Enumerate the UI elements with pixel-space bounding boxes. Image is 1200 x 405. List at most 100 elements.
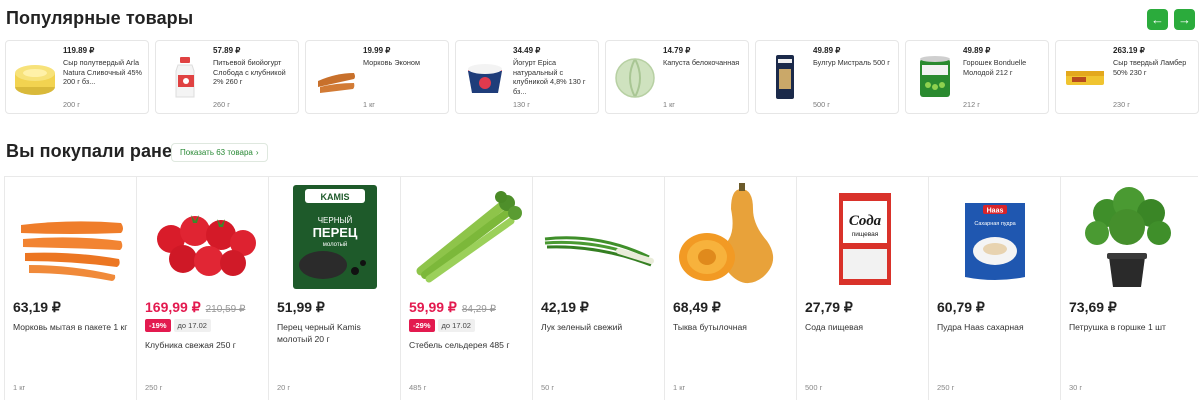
product-name: Сыр твердый Ламбер 50% 230 г	[1113, 58, 1187, 77]
strawberries-icon	[157, 215, 256, 276]
promo-badges: -19% до 17.02	[145, 319, 211, 332]
popular-product-card[interactable]: 119.89 ₽ Сыр полутвердый Arla Natura Сли…	[5, 40, 149, 114]
bulgur-pack-icon	[776, 55, 794, 99]
previous-section-title: Вы покупали ранее	[6, 141, 183, 161]
product-card[interactable]: 59,99 ₽ 84,29 ₽ -29% до 17.02 Стебель сел…	[400, 177, 532, 400]
product-card[interactable]: KAMIS ЧЕРНЫЙ ПЕРЕЦ молотый 51,99 ₽ Перец…	[268, 177, 400, 400]
product-price: 119.89 ₽	[63, 46, 95, 55]
carousel-prev-button[interactable]: ←	[1147, 9, 1168, 30]
old-price: 84,29 ₽	[461, 304, 497, 315]
product-price: 73,69 ₽	[1069, 299, 1117, 315]
product-name: Пудра Haas сахарная	[937, 322, 1024, 332]
product-card[interactable]: Haas Сахарная пудра 60,79 ₽ Пудра Haas с…	[928, 177, 1060, 400]
product-weight: 250 г	[145, 383, 163, 392]
product-price: 60,79 ₽	[937, 299, 985, 315]
product-weight: 212 г	[963, 100, 980, 109]
product-price: 169,99 ₽ 210,59 ₽	[145, 299, 245, 316]
yogurt-cup-icon	[468, 64, 502, 93]
product-price: 59,99 ₽ 84,29 ₽	[409, 299, 496, 316]
arrow-right-icon: →	[1178, 12, 1191, 27]
product-card[interactable]: 68,49 ₽ Тыква бутылочная 1 кг	[664, 177, 796, 400]
product-card[interactable]: 63,19 ₽ Морковь мытая в пакете 1 кг 1 кг	[4, 177, 136, 400]
product-card[interactable]: 42,19 ₽ Лук зеленый свежий 50 г	[532, 177, 664, 400]
product-name: Лук зеленый свежий	[541, 322, 623, 332]
yogurt-bottle-icon	[175, 57, 195, 98]
product-weight: 500 г	[805, 383, 823, 392]
popular-product-card[interactable]: 14.79 ₽ Капуста белокочанная 1 кг	[605, 40, 749, 114]
soda-line1-text: Сода	[849, 213, 882, 229]
product-price: 27,79 ₽	[805, 299, 853, 315]
carousel-next-button[interactable]: →	[1174, 9, 1195, 30]
product-weight: 20 г	[277, 383, 291, 392]
discount-badge: -29%	[409, 319, 435, 332]
product-card[interactable]: 73,69 ₽ Петрушка в горшке 1 шт 30 г	[1060, 177, 1198, 400]
product-price: 57.89 ₽	[213, 46, 241, 55]
popular-product-card[interactable]: 49.89 ₽ Горошек Bonduelle Молодой 212 г …	[905, 40, 1049, 114]
soda-box-icon: Сода пищевая	[839, 193, 891, 285]
product-name: Перец черный Kamis молотый 20 г	[277, 322, 361, 344]
product-weight: 1 кг	[13, 383, 26, 392]
product-name: Питьевой биойогурт Слобода с клубникой 2…	[213, 58, 286, 87]
pepper-brand-text: KAMIS	[321, 192, 350, 202]
butternut-icon	[679, 183, 774, 284]
product-weight: 50 г	[541, 383, 555, 392]
old-price: 210,59 ₽	[205, 304, 246, 315]
product-name: Морковь Эконом	[363, 58, 420, 67]
product-name: Йогурт Epica натуральный с клубникой 4,8…	[513, 58, 586, 96]
product-weight: 1 кг	[663, 100, 675, 109]
product-weight: 260 г	[213, 100, 230, 109]
product-price: 63,19 ₽	[13, 299, 61, 315]
soda-line2-text: пищевая	[852, 231, 879, 238]
pepper-line3-text: молотый	[323, 241, 348, 248]
show-all-label: Показать 63 товара	[180, 148, 253, 157]
product-price: 42,19 ₽	[541, 299, 589, 315]
haas-line1-text: Сахарная пудра	[974, 221, 1016, 227]
product-price: 34.49 ₽	[513, 46, 541, 55]
product-weight: 1 кг	[673, 383, 686, 392]
pepper-pack-icon: KAMIS ЧЕРНЫЙ ПЕРЕЦ молотый	[293, 185, 377, 289]
cabbage-icon	[615, 58, 655, 98]
product-name: Сода пищевая	[805, 322, 864, 332]
product-weight: 1 кг	[363, 100, 375, 109]
product-card[interactable]: 169,99 ₽ 210,59 ₽ -19% до 17.02 Клубника …	[136, 177, 268, 400]
promo-until-badge: до 17.02	[437, 319, 475, 332]
product-weight: 250 г	[937, 383, 955, 392]
popular-product-card[interactable]: 34.49 ₽ Йогурт Epica натуральный с клубн…	[455, 40, 599, 114]
popular-product-card[interactable]: 57.89 ₽ Питьевой биойогурт Слобода с клу…	[155, 40, 299, 114]
popular-product-card[interactable]: 49.89 ₽ Булгур Мистраль 500 г 500 г	[755, 40, 899, 114]
product-name: Стебель сельдерея 485 г	[409, 340, 510, 350]
product-name: Петрушка в горшке 1 шт	[1069, 322, 1166, 332]
product-price: 49.89 ₽	[813, 46, 841, 55]
product-price: 49.89 ₽	[963, 46, 991, 55]
haas-brand-text: Haas	[987, 208, 1004, 215]
product-weight: 500 г	[813, 100, 830, 109]
popular-product-card[interactable]: 263.19 ₽ Сыр твердый Ламбер 50% 230 г 23…	[1055, 40, 1199, 114]
product-weight: 230 г	[1113, 100, 1130, 109]
product-name: Капуста белокочанная	[663, 58, 740, 67]
product-price: 19.99 ₽	[363, 46, 391, 55]
popular-product-card[interactable]: 19.99 ₽ Морковь Эконом 1 кг	[305, 40, 449, 114]
cheese-bar-icon	[1066, 71, 1104, 85]
product-name: Клубника свежая 250 г	[145, 340, 236, 350]
parsley-pot-icon	[1085, 187, 1171, 287]
product-name: Тыква бутылочная	[673, 322, 747, 332]
product-name: Булгур Мистраль 500 г	[813, 58, 890, 67]
product-name: Горошек Bonduelle Молодой 212 г	[963, 58, 1027, 77]
show-all-button[interactable]: Показать 63 товара ›	[171, 143, 268, 162]
product-price: 263.19 ₽	[1113, 46, 1145, 55]
promo-badges: -29% до 17.02	[409, 319, 475, 332]
product-price: 51,99 ₽	[277, 299, 325, 315]
product-weight: 485 г	[409, 383, 427, 392]
sugar-powder-icon: Haas Сахарная пудра	[965, 203, 1025, 280]
popular-products-row: 119.89 ₽ Сыр полутвердый Arla Natura Сли…	[5, 40, 1200, 114]
product-weight: 200 г	[63, 100, 80, 109]
product-card[interactable]: Сода пищевая 27,79 ₽ Сода пищевая 500 г	[796, 177, 928, 400]
arrow-left-icon: ←	[1151, 12, 1164, 27]
celery-icon	[416, 191, 522, 283]
chevron-right-icon: ›	[255, 148, 259, 157]
previous-products-grid: 63,19 ₽ Морковь мытая в пакете 1 кг 1 кг…	[4, 176, 1198, 400]
product-name: Сыр полутвердый Arla Natura Сливочный 45…	[63, 58, 143, 87]
pepper-line2-text: ПЕРЕЦ	[313, 225, 358, 240]
carrot-icon	[318, 73, 355, 93]
cheese-icon	[15, 65, 55, 95]
